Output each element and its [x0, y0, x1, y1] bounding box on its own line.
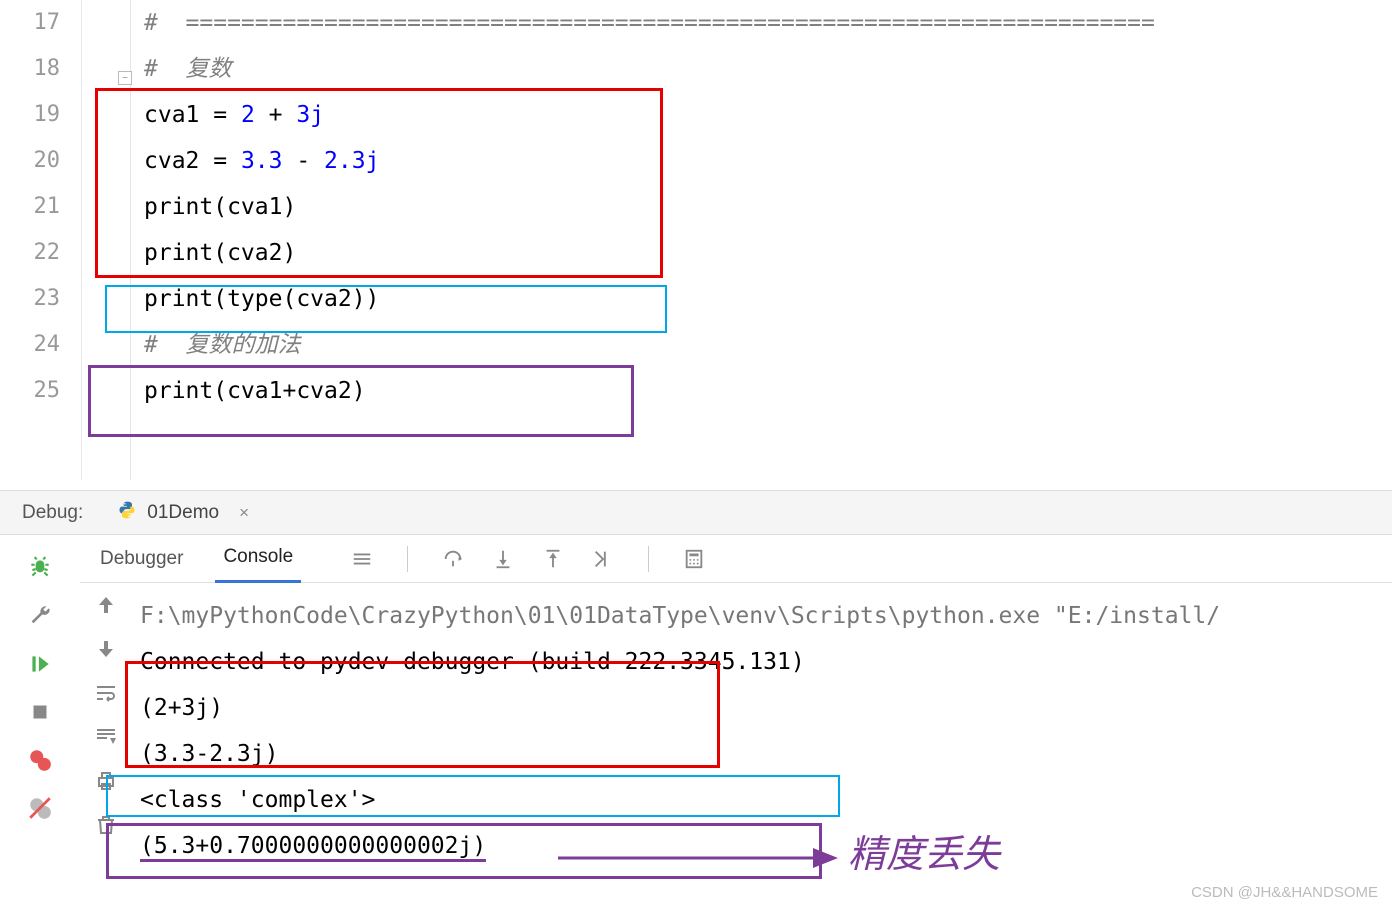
console-line: F:\myPythonCode\CrazyPython\01\01DataTyp…: [140, 593, 1392, 639]
code-editor[interactable]: 17 18 19 20 21 22 23 24 25 − # =========…: [0, 0, 1392, 480]
highlight-box-blue: [105, 285, 667, 333]
line-number: 22: [0, 230, 80, 276]
watermark-text: CSDN @JH&&HANDSOME: [1191, 884, 1378, 901]
debug-panel: Debug: 01Demo × Debugger Console: [0, 490, 1392, 911]
tab-debugger[interactable]: Debugger: [92, 535, 191, 583]
mute-breakpoints-icon[interactable]: [27, 795, 53, 821]
code-comment: # 复数: [144, 56, 232, 82]
soft-wrap-icon[interactable]: [94, 681, 118, 705]
debug-tab-bar: Debugger Console: [80, 535, 1392, 583]
bug-icon[interactable]: [27, 555, 53, 581]
tab-console[interactable]: Console: [215, 535, 301, 583]
line-number: 17: [0, 0, 80, 46]
line-number: 25: [0, 368, 80, 414]
debug-toolbar-icons: [351, 546, 705, 572]
separator: [648, 546, 649, 572]
view-breakpoints-icon[interactable]: [27, 747, 53, 773]
annotation-text: 精度丢失: [848, 823, 1000, 878]
annotation-arrow-icon: [558, 833, 848, 883]
line-number-gutter: 17 18 19 20 21 22 23 24 25: [0, 0, 80, 480]
wrench-icon[interactable]: [27, 603, 53, 629]
highlight-box-purple: [88, 365, 634, 437]
line-number: 19: [0, 92, 80, 138]
resume-icon[interactable]: [27, 651, 53, 677]
line-number: 21: [0, 184, 80, 230]
highlight-box-blue: [106, 775, 840, 817]
code-comment: # 复数的加法: [144, 332, 301, 358]
debug-tab-filename: 01Demo: [147, 502, 219, 524]
line-number: 23: [0, 276, 80, 322]
step-into-icon[interactable]: [492, 548, 514, 570]
debug-header: Debug: 01Demo ×: [0, 491, 1392, 535]
highlight-box-red: [125, 661, 720, 768]
highlight-box-red: [95, 88, 663, 278]
step-over-icon[interactable]: [442, 548, 464, 570]
down-arrow-icon[interactable]: [94, 637, 118, 661]
step-out-icon[interactable]: [542, 548, 564, 570]
debug-run-tab[interactable]: 01Demo ×: [117, 500, 249, 525]
up-arrow-icon[interactable]: [94, 593, 118, 617]
python-file-icon: [117, 500, 137, 525]
list-icon[interactable]: [351, 548, 373, 570]
separator: [407, 546, 408, 572]
console-output[interactable]: F:\myPythonCode\CrazyPython\01\01DataTyp…: [80, 583, 1392, 911]
gutter-divider: [81, 0, 82, 480]
line-number: 24: [0, 322, 80, 368]
line-number: 18: [0, 46, 80, 92]
stop-icon[interactable]: [27, 699, 53, 725]
run-to-cursor-icon[interactable]: [592, 548, 614, 570]
calculator-icon[interactable]: [683, 548, 705, 570]
scroll-to-end-icon[interactable]: [94, 725, 118, 749]
close-icon[interactable]: ×: [239, 503, 249, 523]
code-comment: # ======================================…: [144, 10, 1155, 36]
debug-side-toolbar: [0, 535, 80, 911]
line-number: 20: [0, 138, 80, 184]
debug-label: Debug:: [22, 502, 83, 524]
